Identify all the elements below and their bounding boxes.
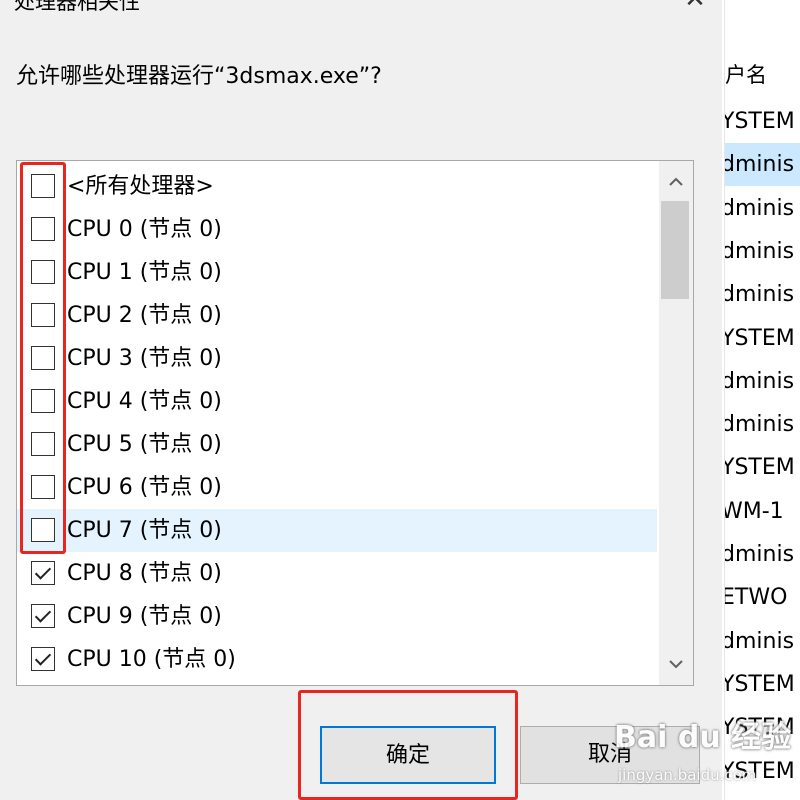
background-row-text: dminis [724,368,795,394]
processor-list-item[interactable]: <所有处理器> [17,165,657,208]
checkbox-checked[interactable] [31,561,55,585]
checkbox-checked[interactable] [31,647,55,671]
background-table-row[interactable]: YSTEM [725,663,800,706]
background-row-text: dminis [724,412,795,438]
checkbox-unchecked[interactable] [31,389,55,413]
background-table-row[interactable]: dminis [725,230,800,273]
checkbox-unchecked[interactable] [31,346,55,370]
processor-list-item[interactable]: CPU 9 (节点 0) [17,595,657,638]
processor-label: CPU 9 (节点 0) [67,604,222,629]
ok-button[interactable]: 确定 [320,726,496,784]
background-table-row[interactable]: dminis [725,187,800,230]
background-user-column: 户名 YSTEM dminis dminis dminis dminis YSTEM dmi… [724,0,800,800]
processor-list-item[interactable]: CPU 6 (节点 0) [17,466,657,509]
processor-label: CPU 6 (节点 0) [67,475,222,500]
processor-label: CPU 7 (节点 0) [67,518,222,543]
processor-label: CPU 4 (节点 0) [67,389,222,414]
processor-label: <所有处理器> [67,174,214,199]
dialog-question: 允许哪些处理器运行“3dsmax.exe”? [16,64,382,89]
background-table-row[interactable]: dminis [725,533,800,576]
checkbox-unchecked[interactable] [31,518,55,542]
background-table-row[interactable]: dminis [725,403,800,446]
processor-list-item[interactable]: CPU 8 (节点 0) [17,552,657,595]
scrollbar-thumb[interactable] [661,201,689,299]
background-row-text: dminis [724,152,795,178]
background-row-text: dminis [724,542,795,567]
close-icon[interactable]: ✕ [680,0,710,14]
checkbox-unchecked[interactable] [31,475,55,499]
checkbox-unchecked[interactable] [31,174,55,198]
background-table-row[interactable]: dminis [725,273,800,316]
processor-label: CPU 8 (节点 0) [67,561,222,586]
background-table-row[interactable]: YSTEM [725,100,800,143]
processor-list-item[interactable]: CPU 2 (节点 0) [17,294,657,337]
column-header-username[interactable]: 户名 [725,60,767,90]
processor-listbox[interactable]: <所有处理器> CPU 0 (节点 0) CPU 1 (节点 0) CPU 2 (节点… [16,160,694,686]
watermark-logo: Bai du 经验 [614,720,792,755]
chevron-up-icon[interactable] [659,165,693,199]
background-table-row[interactable]: YSTEM [725,446,800,489]
processor-label: CPU 2 (节点 0) [67,303,222,328]
background-row-text: YSTEM [724,109,795,134]
processor-affinity-dialog: 处理器相关性 ✕ 允许哪些处理器运行“3dsmax.exe”? <所有处理器> C… [0,0,722,800]
background-row-text: dminis [724,238,795,264]
background-row-text: WM-1 [724,498,784,524]
processor-list-item[interactable]: CPU 3 (节点 0) [17,337,657,380]
background-table-row[interactable]: ETWO [725,576,800,619]
checkbox-unchecked[interactable] [31,260,55,284]
background-row-text: dminis [724,628,795,654]
background-table-row[interactable]: dminis [724,143,800,187]
background-row-text: dminis [724,282,795,308]
checkbox-checked[interactable] [31,604,55,628]
chevron-down-icon[interactable] [659,647,693,681]
processor-list-item[interactable]: CPU 5 (节点 0) [17,423,657,466]
processor-list-item[interactable]: CPU 1 (节点 0) [17,251,657,294]
checkbox-unchecked[interactable] [31,303,55,327]
background-row-text: YSTEM [724,325,795,351]
processor-list-item[interactable]: CPU 10 (节点 0) [17,638,657,681]
scrollbar[interactable] [659,161,693,685]
background-row-text: YSTEM [724,671,795,697]
background-row-text: dminis [724,195,795,221]
watermark-url: jingyan.baidu.com [618,766,757,784]
background-table-row[interactable]: dminis [725,360,800,403]
dialog-title: 处理器相关性 [14,0,140,14]
processor-label: CPU 10 (节点 0) [67,647,236,672]
processor-label: CPU 5 (节点 0) [67,432,222,457]
background-row-text: ETWO [724,585,788,611]
processor-list-item[interactable]: CPU 0 (节点 0) [17,208,657,251]
processor-label: CPU 3 (节点 0) [67,346,222,371]
background-row-text: YSTEM [724,455,795,481]
background-table-row[interactable]: YSTEM [725,317,800,360]
processor-list-item[interactable]: CPU 7 (节点 0) [17,509,657,552]
processor-label: CPU 1 (节点 0) [67,260,222,285]
checkbox-unchecked[interactable] [31,217,55,241]
checkbox-unchecked[interactable] [31,432,55,456]
background-table-row[interactable]: WM-1 [725,490,800,533]
processor-list-item[interactable]: CPU 4 (节点 0) [17,380,657,423]
background-table-row[interactable]: dminis [725,620,800,663]
processor-label: CPU 0 (节点 0) [67,217,222,242]
